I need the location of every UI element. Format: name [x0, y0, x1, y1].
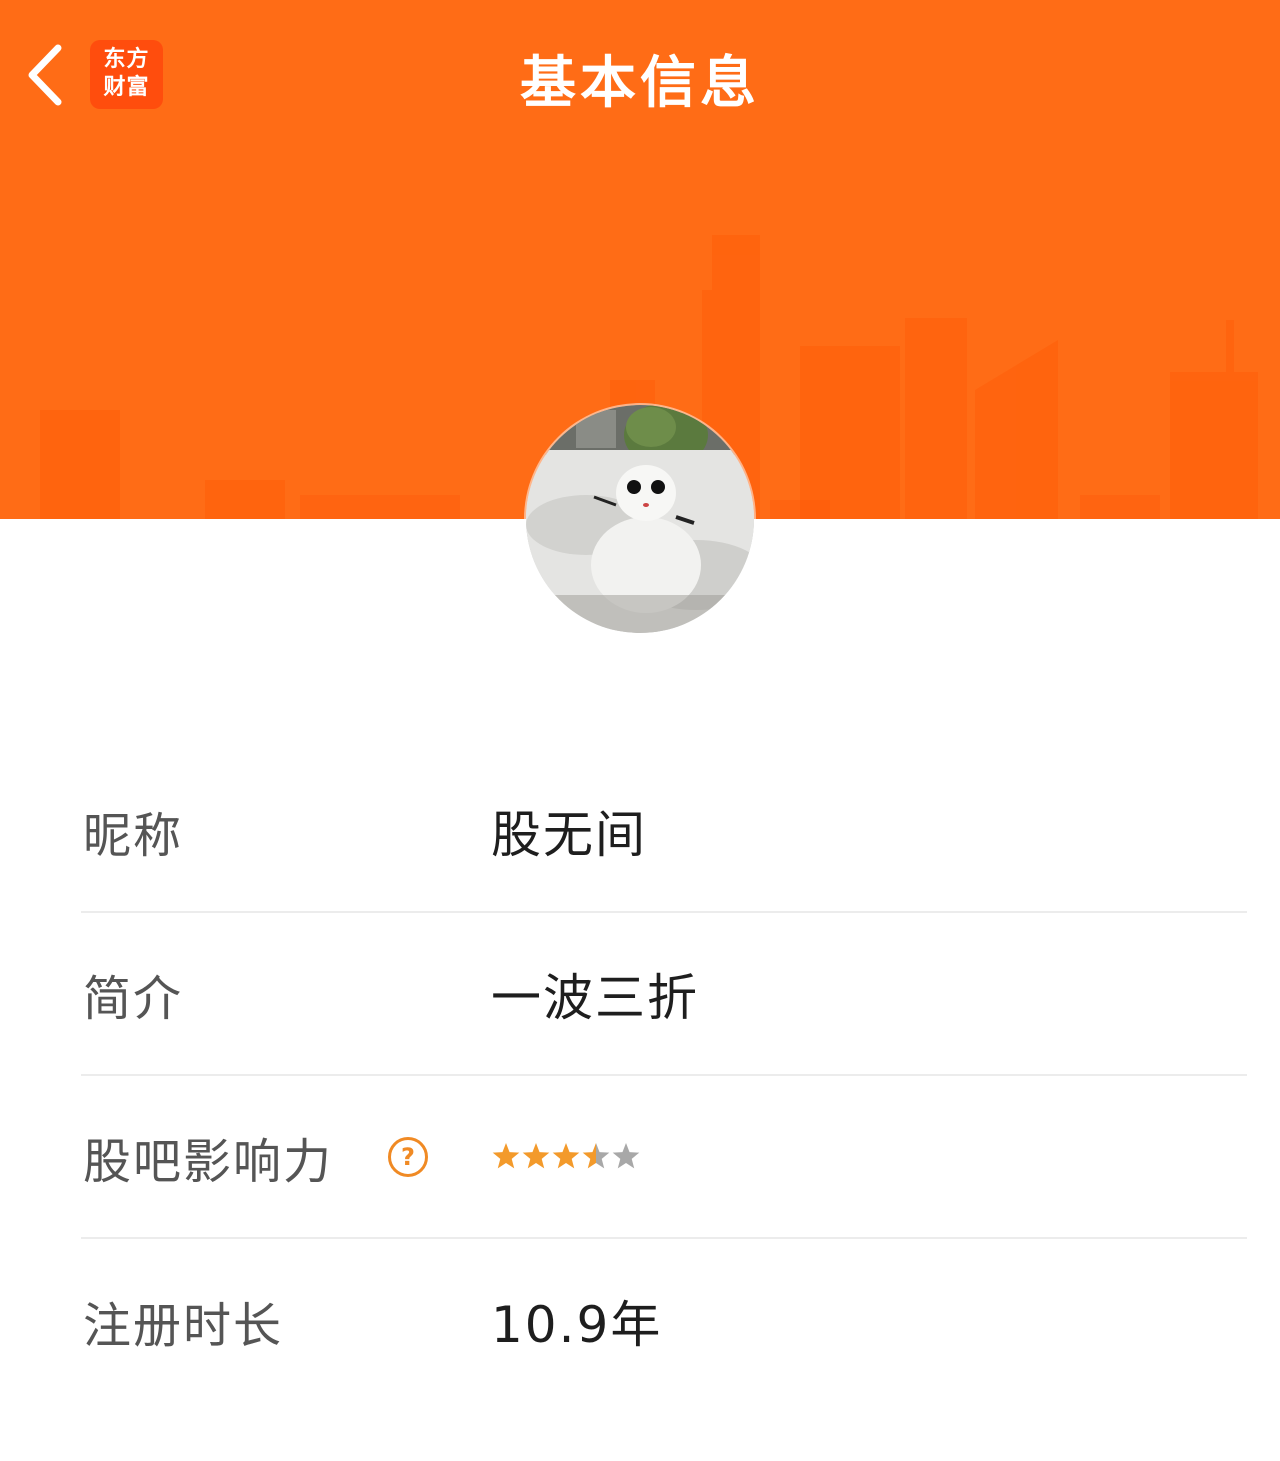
info-row-nickname: 昵称 股无间	[81, 750, 1247, 913]
star-icon-5	[612, 1142, 640, 1168]
registration-label: 注册时长	[83, 1297, 284, 1354]
snowman-avatar-image	[526, 405, 754, 633]
influence-star-rating	[492, 1142, 640, 1168]
info-row-influence: 股吧影响力 ?	[81, 1076, 1247, 1239]
nickname-label: 昵称	[83, 807, 184, 864]
info-row-registration: 注册时长 10.9年	[81, 1239, 1247, 1402]
profile-info-page: 东方 财富 基本信息 昵称 股无间 简介 一波三折 股吧影响力 ? 注册时长 1…	[0, 0, 1280, 1461]
star-icon-3	[552, 1142, 580, 1168]
question-circle-icon[interactable]: ?	[388, 1136, 428, 1177]
star-icon-4	[582, 1142, 610, 1168]
nickname-value: 股无间	[491, 805, 647, 864]
bio-value: 一波三折	[491, 968, 699, 1027]
registration-value: 10.9年	[491, 1295, 663, 1354]
info-list: 昵称 股无间 简介 一波三折 股吧影响力 ? 注册时长 10.9年	[81, 750, 1247, 1402]
bio-label: 简介	[83, 970, 184, 1027]
influence-label: 股吧影响力	[83, 1133, 334, 1190]
star-icon-2	[522, 1142, 550, 1168]
avatar[interactable]	[526, 405, 754, 633]
info-row-bio: 简介 一波三折	[81, 913, 1247, 1076]
page-title: 基本信息	[520, 51, 760, 116]
star-icon-1	[492, 1142, 520, 1168]
